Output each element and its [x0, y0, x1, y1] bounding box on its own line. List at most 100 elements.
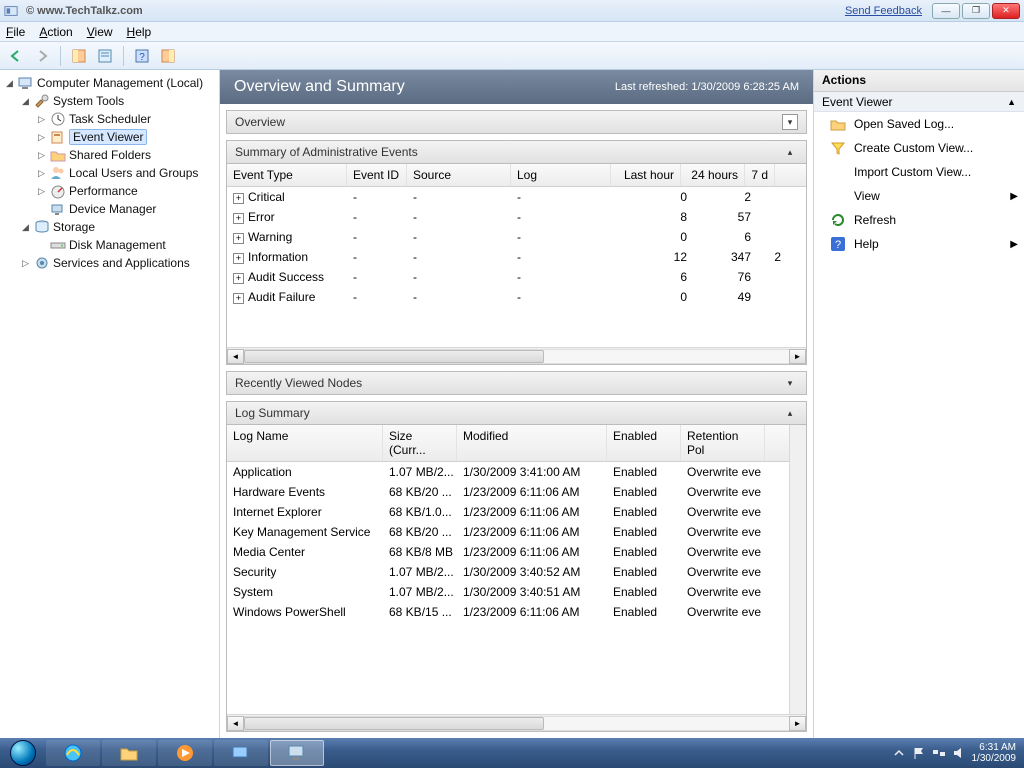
tree-storage[interactable]: ◢ Storage	[18, 218, 217, 236]
log-summary-table[interactable]: Log Name Size (Curr... Modified Enabled …	[227, 425, 789, 714]
table-row[interactable]: Internet Explorer68 KB/1.0...1/23/2009 6…	[227, 502, 789, 522]
taskbar-media-player[interactable]	[158, 740, 212, 766]
expand-icon[interactable]: ▷	[36, 150, 47, 161]
menu-help[interactable]: Help	[127, 25, 152, 39]
dropdown-icon[interactable]: ▾	[782, 114, 798, 130]
actions-title: Actions	[814, 70, 1024, 92]
scrollbar-thumb[interactable]	[244, 350, 544, 363]
table-header[interactable]: Log Name Size (Curr... Modified Enabled …	[227, 425, 789, 462]
log-summary-header[interactable]: Log Summary ▴	[226, 401, 807, 425]
tray-flag-icon[interactable]	[912, 746, 926, 760]
table-row[interactable]: Key Management Service68 KB/20 ...1/23/2…	[227, 522, 789, 542]
navigation-tree[interactable]: ◢ Computer Management (Local) ◢ System T…	[0, 70, 220, 738]
minimize-button[interactable]: —	[932, 3, 960, 19]
expand-row-icon[interactable]: +	[233, 253, 244, 264]
collapse-icon[interactable]: ◢	[20, 222, 31, 233]
show-action-pane-button[interactable]	[156, 45, 180, 67]
action-open-saved-log[interactable]: Open Saved Log...	[814, 112, 1024, 136]
expand-icon[interactable]: ▷	[36, 132, 47, 143]
expand-row-icon[interactable]: +	[233, 213, 244, 224]
collapse-icon[interactable]: ▲	[1007, 97, 1016, 107]
action-refresh[interactable]: Refresh	[814, 208, 1024, 232]
menu-action[interactable]: Action	[39, 25, 72, 39]
expand-icon[interactable]: ▷	[36, 186, 47, 197]
table-row[interactable]: Media Center68 KB/8 MB1/23/2009 6:11:06 …	[227, 542, 789, 562]
menu-view[interactable]: View	[87, 25, 113, 39]
table-row[interactable]: Security1.07 MB/2...1/30/2009 3:40:52 AM…	[227, 562, 789, 582]
table-row[interactable]: +Warning---06	[227, 227, 806, 247]
collapse-icon[interactable]: ◢	[4, 78, 15, 89]
start-button[interactable]	[2, 739, 44, 767]
disk-icon	[50, 237, 66, 253]
expand-icon[interactable]: ▾	[782, 375, 798, 391]
expand-icon[interactable]: ▷	[20, 258, 31, 269]
taskbar-ie[interactable]	[46, 740, 100, 766]
expand-icon[interactable]: ▷	[36, 114, 47, 125]
tree-shared-folders[interactable]: ▷ Shared Folders	[34, 146, 217, 164]
tray-network-icon[interactable]	[932, 746, 946, 760]
actions-context[interactable]: Event Viewer ▲	[814, 92, 1024, 112]
help-toolbar-button[interactable]: ?	[130, 45, 154, 67]
tree-system-tools[interactable]: ◢ System Tools	[18, 92, 217, 110]
send-feedback-link[interactable]: Send Feedback	[845, 5, 922, 17]
tree-disk-management[interactable]: ▷ Disk Management	[34, 236, 217, 254]
collapse-icon[interactable]: ◢	[20, 96, 31, 107]
expand-icon[interactable]: ▷	[36, 168, 47, 179]
close-button[interactable]: ✕	[992, 3, 1020, 19]
table-row[interactable]: +Audit Success---676	[227, 267, 806, 287]
tree-services-apps[interactable]: ▷ Services and Applications	[18, 254, 217, 272]
table-row[interactable]: Hardware Events68 KB/20 ...1/23/2009 6:1…	[227, 482, 789, 502]
overview-header[interactable]: Overview ▾	[226, 110, 807, 134]
table-header[interactable]: Event Type Event ID Source Log Last hour…	[227, 164, 806, 187]
taskbar-computer-mgmt[interactable]	[270, 740, 324, 766]
maximize-button[interactable]: ❐	[962, 3, 990, 19]
collapse-icon[interactable]: ▴	[782, 144, 798, 160]
scroll-right-icon[interactable]: ►	[789, 716, 806, 731]
collapse-icon[interactable]: ▴	[782, 405, 798, 421]
table-row[interactable]: +Critical---02	[227, 187, 806, 207]
expand-row-icon[interactable]: +	[233, 273, 244, 284]
scroll-left-icon[interactable]: ◄	[227, 716, 244, 731]
admin-events-table[interactable]: Event Type Event ID Source Log Last hour…	[227, 164, 806, 347]
table-row[interactable]: +Audit Failure---049	[227, 287, 806, 307]
table-row[interactable]: +Information---123472	[227, 247, 806, 267]
scroll-left-icon[interactable]: ◄	[227, 349, 244, 364]
tree-device-manager[interactable]: ▷ Device Manager	[34, 200, 217, 218]
expand-row-icon[interactable]: +	[233, 233, 244, 244]
tree-performance[interactable]: ▷ Performance	[34, 182, 217, 200]
recent-nodes-header[interactable]: Recently Viewed Nodes ▾	[226, 371, 807, 395]
forward-button[interactable]	[30, 45, 54, 67]
taskbar-app-1[interactable]	[214, 740, 268, 766]
tree-root[interactable]: ◢ Computer Management (Local)	[2, 74, 217, 92]
taskbar-explorer[interactable]	[102, 740, 156, 766]
table-row[interactable]: Application1.07 MB/2...1/30/2009 3:41:00…	[227, 462, 789, 482]
tree-event-viewer[interactable]: ▷ Event Viewer	[34, 128, 217, 146]
menu-file[interactable]: File	[6, 25, 25, 39]
expand-row-icon[interactable]: +	[233, 293, 244, 304]
tray-volume-icon[interactable]	[952, 746, 966, 760]
vertical-scrollbar[interactable]	[789, 425, 806, 714]
action-import-custom-view[interactable]: Import Custom View...	[814, 160, 1024, 184]
table-row[interactable]: System1.07 MB/2...1/30/2009 3:40:51 AMEn…	[227, 582, 789, 602]
tray-show-hidden-icon[interactable]	[892, 746, 906, 760]
expand-row-icon[interactable]: +	[233, 193, 244, 204]
chevron-right-icon: ▶	[1010, 239, 1018, 250]
scroll-right-icon[interactable]: ►	[789, 349, 806, 364]
action-create-custom-view[interactable]: Create Custom View...	[814, 136, 1024, 160]
tray-clock[interactable]: 6:31 AM 1/30/2009	[972, 742, 1017, 764]
action-help[interactable]: ? Help ▶	[814, 232, 1024, 256]
properties-button[interactable]	[93, 45, 117, 67]
horizontal-scrollbar[interactable]: ◄ ►	[227, 347, 806, 364]
table-row[interactable]: +Error---857	[227, 207, 806, 227]
system-tray[interactable]: 6:31 AM 1/30/2009	[892, 742, 1023, 764]
tree-local-users[interactable]: ▷ Local Users and Groups	[34, 164, 217, 182]
scrollbar-thumb[interactable]	[244, 717, 544, 730]
admin-events-header[interactable]: Summary of Administrative Events ▴	[226, 140, 807, 164]
action-view[interactable]: View ▶	[814, 184, 1024, 208]
table-row[interactable]: Windows PowerShell68 KB/15 ...1/23/2009 …	[227, 602, 789, 622]
horizontal-scrollbar[interactable]: ◄ ►	[227, 714, 806, 731]
taskbar[interactable]: 6:31 AM 1/30/2009	[0, 738, 1024, 768]
back-button[interactable]	[4, 45, 28, 67]
tree-task-scheduler[interactable]: ▷ Task Scheduler	[34, 110, 217, 128]
show-hide-tree-button[interactable]	[67, 45, 91, 67]
